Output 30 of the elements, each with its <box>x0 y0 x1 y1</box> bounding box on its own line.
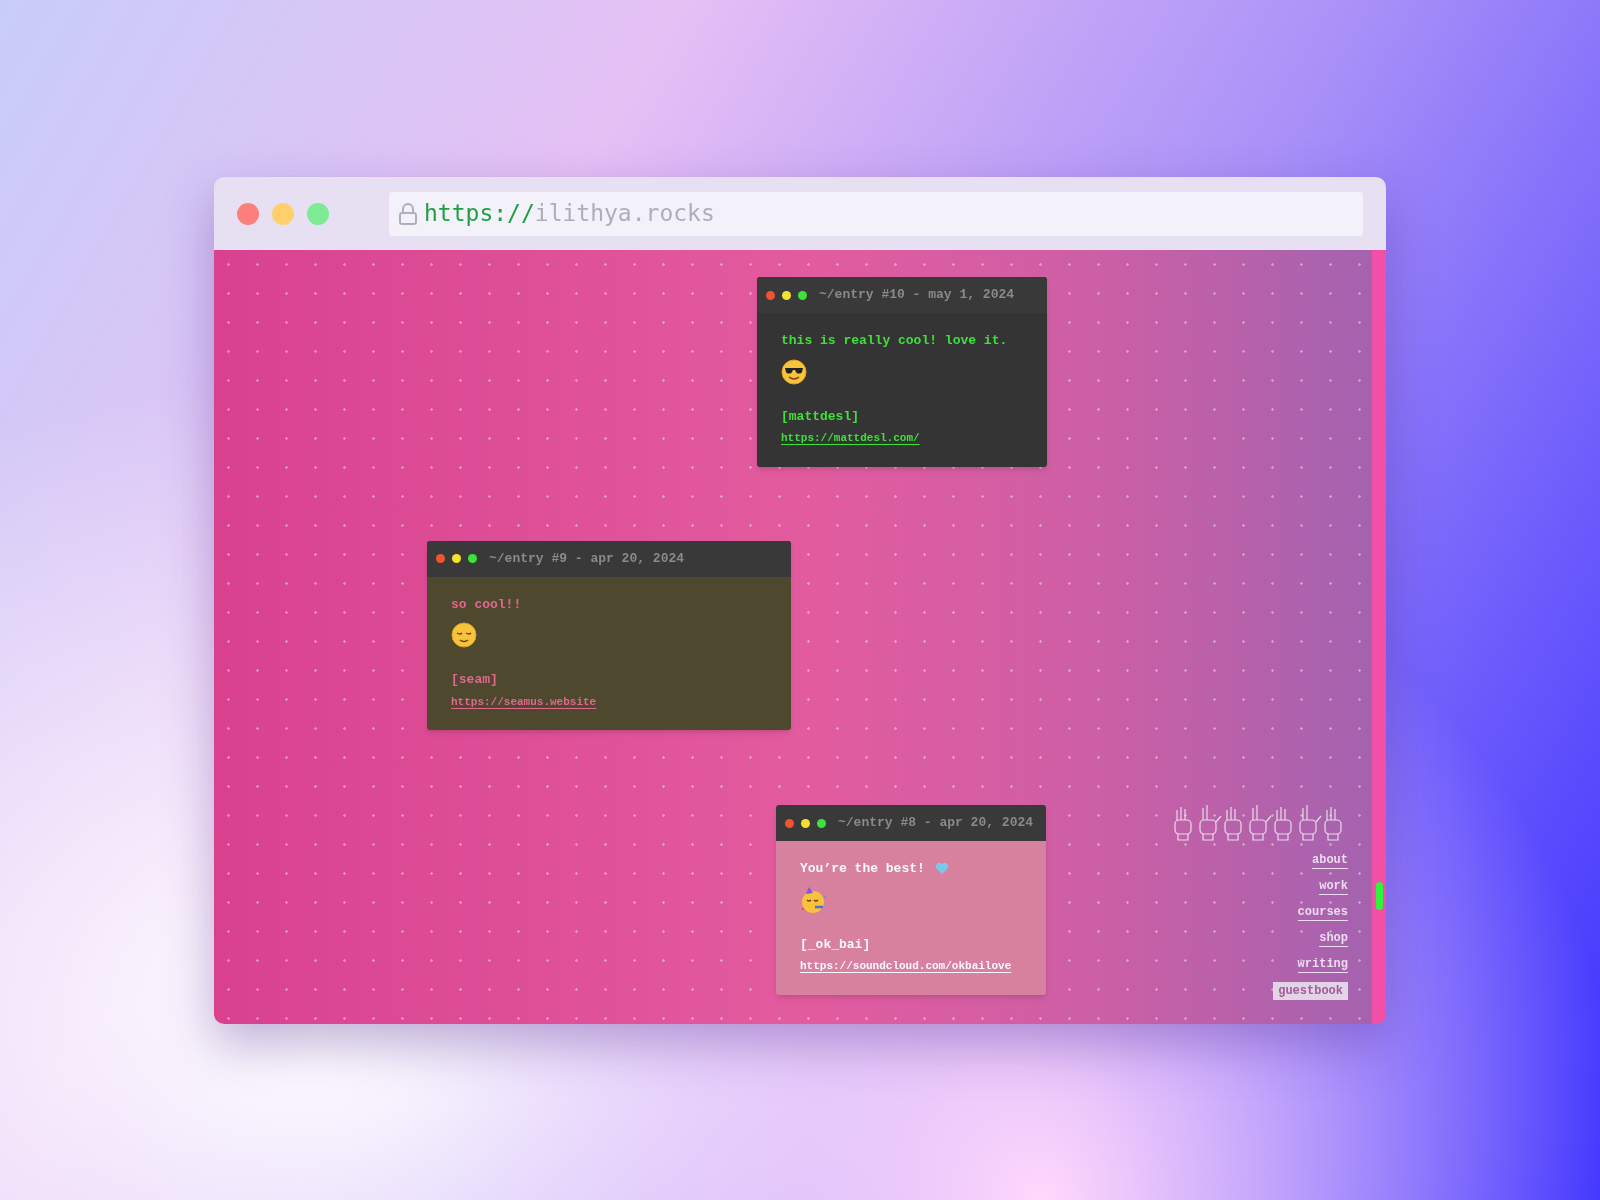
entry-author: [_ok_bai] <box>800 935 871 954</box>
lock-icon <box>398 202 418 225</box>
entry-message: You’re the best! <box>800 860 925 878</box>
address-bar[interactable]: https://ilithya.rocks <box>389 191 1363 236</box>
scrollbar-thumb[interactable] <box>1375 882 1383 910</box>
entry-message: so cool!! <box>451 595 522 614</box>
nav-link[interactable]: about <box>1312 852 1348 869</box>
entry-author: [seam] <box>451 671 498 689</box>
entry-link[interactable]: https://mattdesl.com/ <box>781 430 920 447</box>
party-face-icon <box>800 886 828 915</box>
nav-link[interactable]: courses <box>1297 904 1348 921</box>
entry-author: [mattdesl] <box>781 407 859 426</box>
heart-icon <box>934 862 949 876</box>
relieved-face-icon <box>451 622 477 648</box>
nav-link[interactable]: shop <box>1319 930 1348 947</box>
scrollbar[interactable] <box>1372 250 1386 1024</box>
entry-link[interactable]: https://soundcloud.com/okbailove <box>800 958 1012 975</box>
nav-link[interactable]: writing <box>1297 956 1348 973</box>
nav-link[interactable]: work <box>1319 878 1348 895</box>
entry-title: ~/entry #8 - apr 20, 2024 <box>838 814 1034 833</box>
entry-title: ~/entry #9 - apr 20, 2024 <box>489 549 685 568</box>
nav-link[interactable]: guestbook <box>1273 982 1348 1000</box>
url-text: https://ilithya.rocks <box>424 199 715 229</box>
sunglasses-face-icon <box>781 358 807 385</box>
maximize-button[interactable] <box>307 202 329 225</box>
entry-title: ~/entry #10 - may 1, 2024 <box>819 286 1015 305</box>
entry-link[interactable]: https://seamus.website <box>451 693 597 710</box>
minimize-button[interactable] <box>272 202 294 225</box>
close-button[interactable] <box>237 202 259 225</box>
entry-message: this is really cool! love it. <box>781 332 1008 350</box>
